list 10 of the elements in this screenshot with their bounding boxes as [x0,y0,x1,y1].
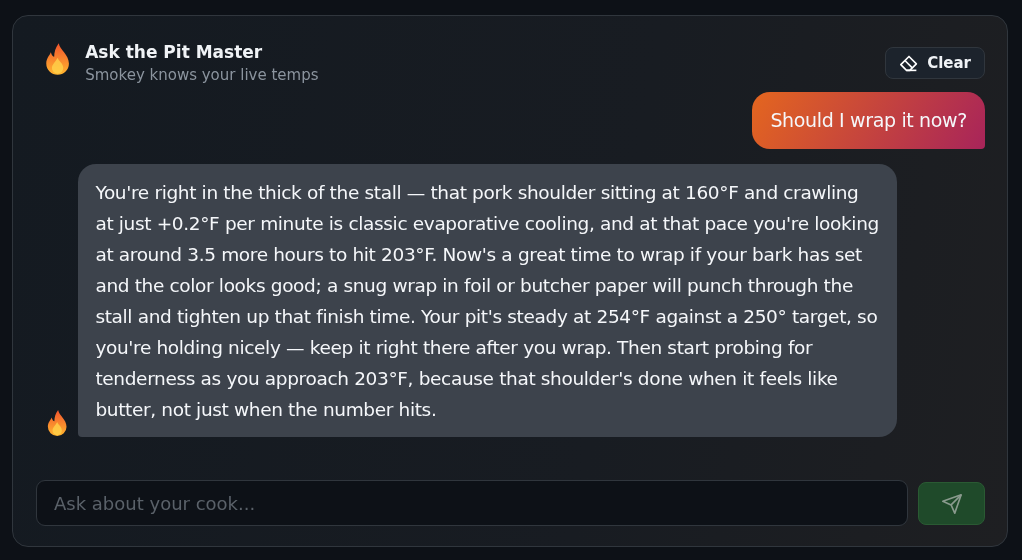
message-input-field[interactable]: Ask about your cook... [36,480,908,526]
panel-title: Ask the Pit Master [85,42,264,62]
user-message: Should I wrap it now? [752,92,985,149]
eraser-icon [899,54,920,72]
flame-logo-icon [44,42,72,76]
assistant-message: You're right in the thick of the stall — that pork shoulder sitting at 160°F and crawling at just +0.2°F per minute is classic evaporative cooling, and at that pace you're looking at around 3.5 more hours to hit 203°F. Now's a great time to wrap if your bark has set and the color looks good; a snug wrap in foil or butcher paper will punch through the stall and tighten up that finish time. Your pit's steady at 254°F against a 250° target, so you're holding nicely — keep it right there after you wrap. Then start probing for tenderness as you approach 203°F, because that shoulder's done when it feels like butter, not just when the number hits. [78,164,898,437]
clear-button[interactable]: Clear [885,47,985,79]
panel-subtitle: Smokey knows your live temps [85,66,320,84]
send-icon [940,492,963,515]
assistant-avatar-icon [46,409,69,437]
